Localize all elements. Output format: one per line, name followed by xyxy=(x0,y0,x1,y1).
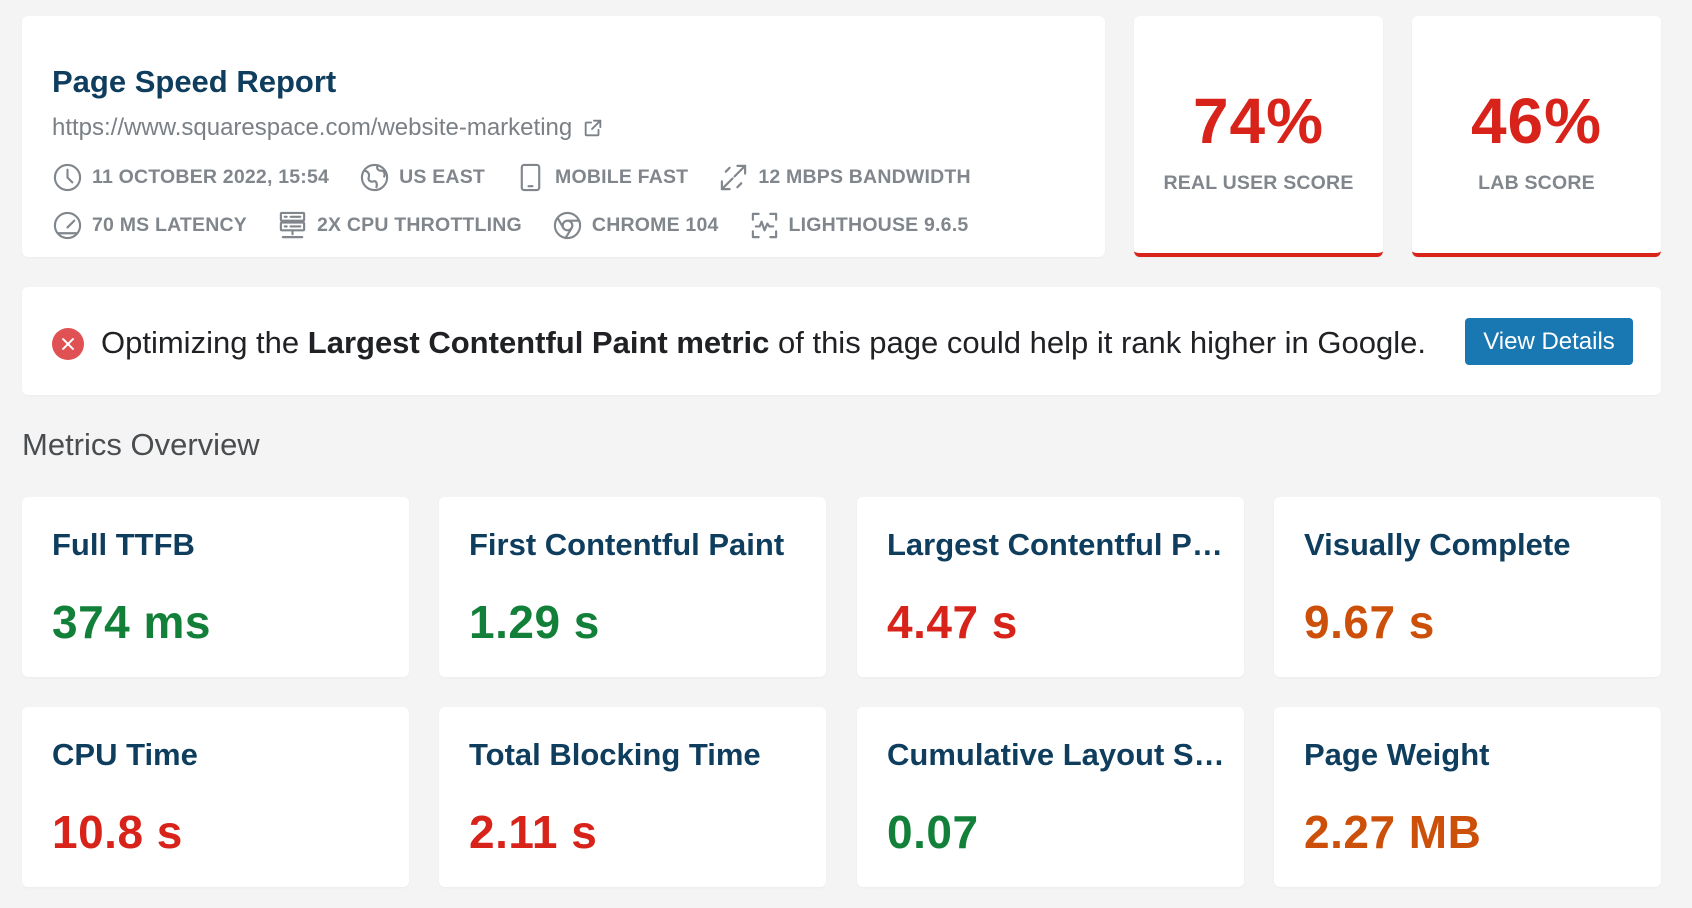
alert-text-after: of this page could help it rank higher i… xyxy=(769,325,1426,360)
metric-card-cpu-time[interactable]: CPU Time 10.8 s xyxy=(22,707,409,887)
bandwidth-arrows-icon xyxy=(721,164,747,191)
test-date-label: 11 OCTOBER 2022, 15:54 xyxy=(92,166,330,188)
real-user-score-label: REAL USER SCORE xyxy=(1163,172,1354,194)
alert-text-highlight: Largest Contentful Paint metric xyxy=(307,325,770,360)
page-title: Page Speed Report xyxy=(52,64,337,99)
alert-message: Optimizing the Largest Contentful Paint … xyxy=(101,325,1426,361)
report-header-card: Page Speed Report https://www.squarespac… xyxy=(22,16,1105,257)
lighthouse-icon xyxy=(751,212,777,239)
real-user-score-card[interactable]: 74% REAL USER SCORE xyxy=(1134,16,1383,257)
metric-card-cumulative-layout-shift[interactable]: Cumulative Layout Shift 0.07 xyxy=(857,707,1244,887)
chrome-icon xyxy=(553,211,582,240)
test-browser-label: CHROME 104 xyxy=(591,214,719,236)
test-device-label: MOBILE FAST xyxy=(555,166,689,188)
lab-score-label: LAB SCORE xyxy=(1478,172,1595,194)
test-lighthouse-version: LIGHTHOUSE 9.6.5 xyxy=(749,210,969,241)
metrics-overview-heading: Metrics Overview xyxy=(22,427,260,462)
error-x-icon xyxy=(52,328,84,360)
metric-name: First Contentful Paint xyxy=(469,527,785,562)
metric-card-largest-contentful-paint[interactable]: Largest Contentful Paint 4.47 s xyxy=(857,497,1244,677)
metric-name: Full TTFB xyxy=(52,527,195,562)
test-settings-row-2: 70 MS LATENCY 2X CPU THROTTLING CHROME 1… xyxy=(52,210,998,241)
test-bandwidth: 12 MBPS BANDWIDTH xyxy=(718,162,971,193)
metric-name: Largest Contentful Paint xyxy=(887,527,1227,562)
tested-url-link[interactable]: https://www.squarespace.com/website-mark… xyxy=(52,114,604,142)
mobile-device-icon xyxy=(520,163,541,192)
alert-text-before: Optimizing the xyxy=(101,325,308,360)
test-settings-row-1: 11 OCTOBER 2022, 15:54 US EAST MOBILE FA… xyxy=(52,162,1001,193)
test-latency: 70 MS LATENCY xyxy=(52,210,247,241)
metric-name: Page Weight xyxy=(1304,737,1490,772)
globe-icon xyxy=(360,163,389,192)
metric-value: 4.47 s xyxy=(887,596,1018,648)
tested-url-text: https://www.squarespace.com/website-mark… xyxy=(52,114,573,141)
view-details-button[interactable]: View Details xyxy=(1465,318,1633,365)
lab-score-card[interactable]: 46% LAB SCORE xyxy=(1412,16,1661,257)
recommendation-alert: Optimizing the Largest Contentful Paint … xyxy=(22,287,1661,395)
external-link-icon xyxy=(584,119,602,137)
metric-value: 0.07 xyxy=(887,806,979,858)
metric-name: Total Blocking Time xyxy=(469,737,761,772)
metric-value: 9.67 s xyxy=(1304,596,1435,648)
test-browser: CHROME 104 xyxy=(552,210,719,241)
test-device: MOBILE FAST xyxy=(515,162,688,193)
metric-card-visually-complete[interactable]: Visually Complete 9.67 s xyxy=(1274,497,1661,677)
metric-value: 1.29 s xyxy=(469,596,600,648)
metric-value: 2.27 MB xyxy=(1304,806,1482,858)
test-latency-label: 70 MS LATENCY xyxy=(92,214,248,236)
real-user-score-value: 74% xyxy=(1192,85,1325,157)
test-location-label: US EAST xyxy=(399,166,486,188)
metric-name: Cumulative Layout Shift xyxy=(887,737,1227,772)
metric-card-first-contentful-paint[interactable]: First Contentful Paint 1.29 s xyxy=(439,497,826,677)
metric-value: 2.11 s xyxy=(469,806,598,858)
test-bandwidth-label: 12 MBPS BANDWIDTH xyxy=(758,166,971,188)
clock-icon xyxy=(53,163,82,192)
latency-gauge-icon xyxy=(53,211,82,240)
metric-name: CPU Time xyxy=(52,737,198,772)
test-cpu-throttling: 2X CPU THROTTLING xyxy=(277,210,522,241)
metric-name: Visually Complete xyxy=(1304,527,1571,562)
metric-value: 10.8 s xyxy=(52,806,183,858)
cpu-server-icon xyxy=(279,211,306,239)
lab-score-value: 46% xyxy=(1470,85,1603,157)
test-cpu-throttling-label: 2X CPU THROTTLING xyxy=(317,214,522,236)
test-lighthouse-label: LIGHTHOUSE 9.6.5 xyxy=(788,214,969,236)
metric-value: 374 ms xyxy=(52,596,212,648)
test-location: US EAST xyxy=(359,162,485,193)
test-date: 11 OCTOBER 2022, 15:54 xyxy=(52,162,329,193)
metric-card-full-ttfb[interactable]: Full TTFB 374 ms xyxy=(22,497,409,677)
metric-card-page-weight[interactable]: Page Weight 2.27 MB xyxy=(1274,707,1661,887)
metric-card-total-blocking-time[interactable]: Total Blocking Time 2.11 s xyxy=(439,707,826,887)
